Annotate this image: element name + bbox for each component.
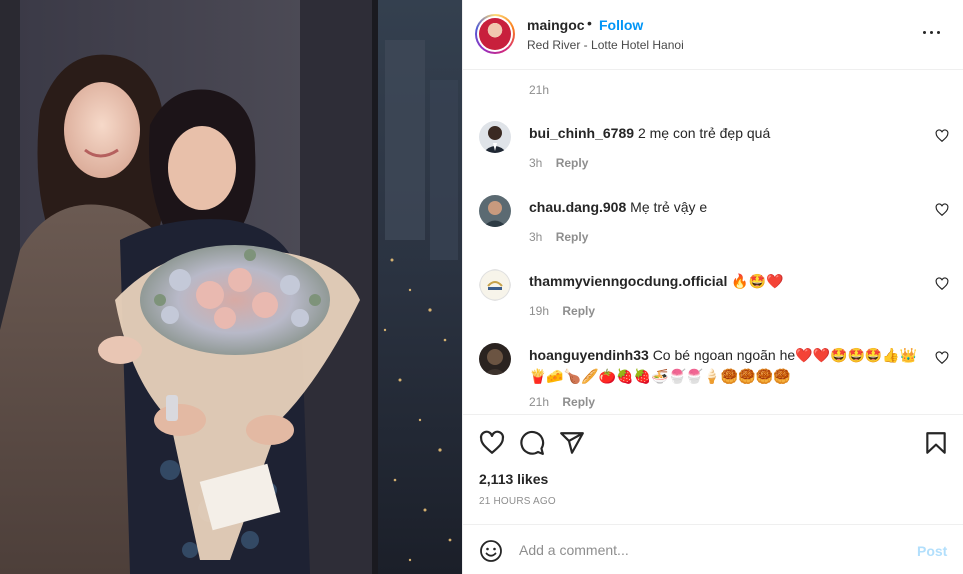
post-actions: 2,113 likes 21 HOURS AGO [463, 414, 963, 524]
comment-username[interactable]: chau.dang.908 [529, 199, 626, 215]
comment-username[interactable]: hoanguyendinh33 [529, 347, 649, 363]
commenter-avatar[interactable] [479, 195, 511, 227]
comment-icon[interactable] [519, 430, 545, 456]
likes-count[interactable]: 2,113 likes [479, 471, 548, 487]
follow-button[interactable]: Follow [599, 17, 643, 33]
reply-button[interactable]: Reply [562, 304, 595, 318]
comment-text: 2 mẹ con trẻ đẹp quá [637, 125, 771, 141]
comment-text: 🔥🤩❤️ [731, 273, 784, 289]
comment-heart-icon[interactable] [935, 351, 949, 365]
comment-composer: Post [463, 524, 963, 574]
commenter-avatar[interactable] [479, 269, 511, 301]
comment-time: 19h [529, 304, 550, 318]
post-button[interactable]: Post [917, 543, 947, 559]
author-avatar[interactable] [475, 14, 515, 54]
comment-item: thammyvienngocdung.official 🔥🤩❤️ 19h Rep… [463, 269, 963, 339]
emoji-icon[interactable] [479, 539, 503, 563]
comment-username[interactable]: thammyvienngocdung.official [529, 273, 727, 289]
comment-username[interactable]: bui_chinh_6789 [529, 125, 634, 141]
post-sidebar: maingoc • Follow Red River - Lotte Hotel… [462, 0, 963, 574]
comment-item: chau.dang.908 Mẹ trẻ vậy e 3h Reply [463, 195, 963, 265]
post-header: maingoc • Follow Red River - Lotte Hotel… [463, 0, 963, 70]
comment-text: Mẹ trẻ vậy e [630, 199, 708, 215]
reply-button[interactable]: Reply [556, 156, 589, 170]
comment-item: hoanguyendinh33 Co bé ngoan ngoãn he❤️❤️… [463, 343, 963, 413]
photo-illustration [0, 0, 462, 574]
comment-time: 21h [529, 395, 550, 409]
comment-time: 3h [529, 156, 543, 170]
comment-item: bui_chinh_6789 2 mẹ con trẻ đẹp quá 3h R… [463, 121, 963, 191]
comment-time: 3h [529, 230, 543, 244]
share-icon[interactable] [559, 430, 585, 456]
header-separator: • [587, 15, 592, 31]
reply-button[interactable]: Reply [562, 395, 595, 409]
comment-heart-icon[interactable] [935, 203, 949, 217]
commenter-avatar[interactable] [479, 343, 511, 375]
author-username[interactable]: maingoc [527, 17, 585, 33]
bookmark-icon[interactable] [923, 430, 949, 456]
heart-icon[interactable] [479, 430, 505, 456]
post-photo[interactable] [0, 0, 462, 574]
post-location[interactable]: Red River - Lotte Hotel Hanoi [527, 38, 684, 52]
reply-button[interactable]: Reply [556, 230, 589, 244]
comment-input[interactable] [519, 538, 899, 562]
commenter-avatar[interactable] [479, 121, 511, 153]
post-timestamp: 21 HOURS AGO [479, 496, 556, 507]
avatar-image [479, 18, 511, 50]
caption-timestamp: 21h [529, 83, 550, 97]
comment-heart-icon[interactable] [935, 277, 949, 291]
more-options-icon[interactable] [923, 22, 943, 42]
comment-heart-icon[interactable] [935, 129, 949, 143]
comments-list[interactable]: 21h bui_chinh_6789 2 mẹ con trẻ đẹp quá … [463, 71, 963, 414]
